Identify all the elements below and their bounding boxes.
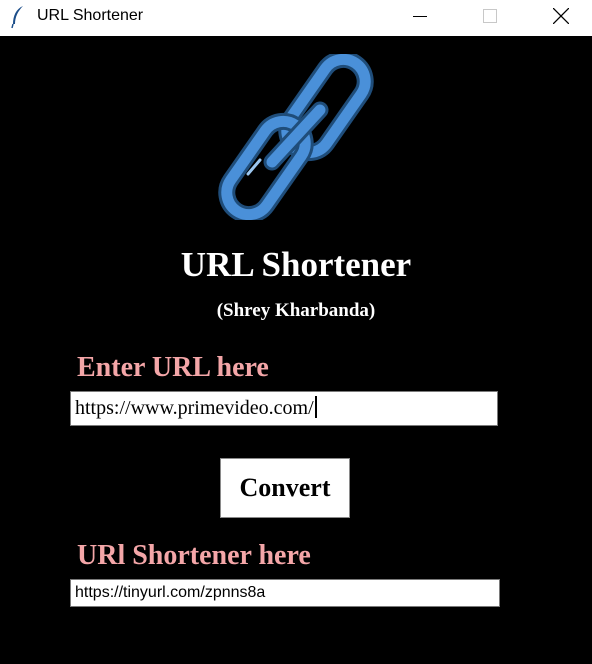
url-input[interactable]: https://www.primevideo.com/: [70, 391, 498, 426]
input-label: Enter URL here: [77, 352, 269, 383]
close-icon: [553, 8, 569, 24]
maximize-icon: [483, 9, 497, 23]
minimize-button[interactable]: [396, 0, 444, 32]
window-title: URL Shortener: [37, 7, 144, 24]
author-subtitle: (Shrey Kharbanda): [216, 300, 376, 321]
minimize-icon: [413, 16, 427, 17]
short-url-output[interactable]: https://tinyurl.com/zpnns8a: [70, 579, 500, 607]
chain-link-icon: [218, 54, 374, 220]
url-input-value: https://www.primevideo.com/: [75, 397, 314, 419]
feather-icon: [11, 6, 23, 29]
text-caret: [314, 396, 317, 418]
convert-button[interactable]: Convert: [220, 458, 350, 518]
title-bar: URL Shortener: [0, 0, 592, 36]
maximize-button[interactable]: [466, 0, 514, 32]
close-button[interactable]: [537, 0, 585, 32]
output-label: URl Shortener here: [77, 540, 311, 571]
app-title: URL Shortener: [180, 245, 412, 284]
